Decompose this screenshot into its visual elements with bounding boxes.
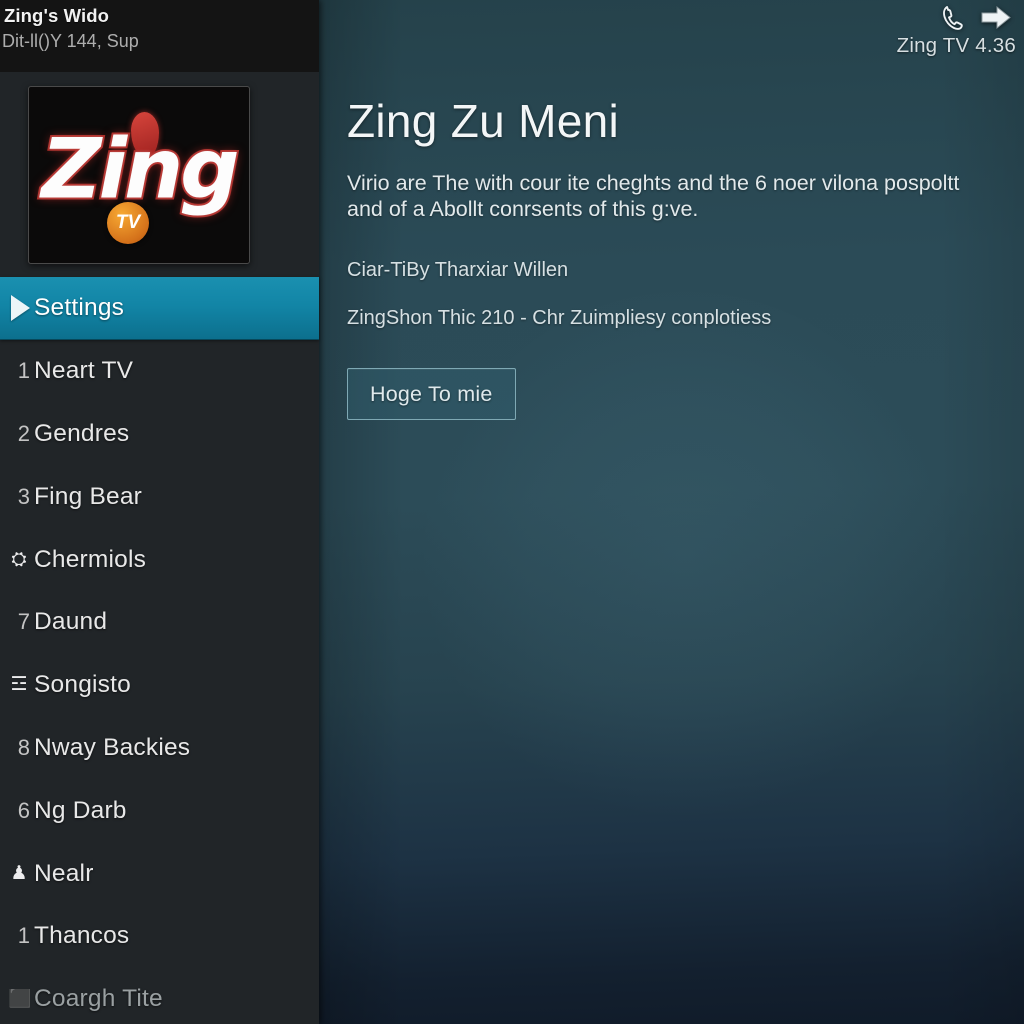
logo-wordmark: Zing	[39, 119, 241, 220]
sidebar-item-label: Chermiols	[34, 545, 147, 573]
sidebar-item-number: 8	[17, 734, 30, 760]
sidebar-item-label: Gendres	[34, 419, 130, 447]
top-status-bar: Zing TV 4.36	[897, 0, 1024, 70]
sidebar-item-number: 1	[17, 358, 30, 384]
right-triangle-icon	[11, 295, 30, 322]
sidebar-glyph-icon: ⬛	[8, 989, 30, 1010]
selection-cursor-icon	[0, 295, 32, 322]
phone-handset-icon[interactable]	[940, 4, 966, 32]
sidebar-item-glyph-icon: ♟	[0, 864, 32, 884]
sidebar-item-glyph-icon: ☲	[0, 675, 32, 695]
page-title: Zing Zu Meni	[347, 95, 620, 147]
sidebar-item-label: Coargh Tite	[34, 985, 163, 1013]
sidebar-item-label: Neart TV	[34, 357, 134, 385]
sidebar-glyph-icon: ☲	[10, 675, 28, 696]
sidebar-item-label: Thancos	[34, 922, 130, 950]
sidebar-item-label: Fing Bear	[34, 482, 143, 510]
sidebar-item-number: 1	[17, 923, 30, 949]
window-subtitle: Dit-ll()Y 144, Sup	[2, 31, 139, 51]
sidebar-item-label: Settings	[34, 294, 125, 322]
sidebar-item-number: 6	[17, 797, 30, 823]
sidebar-item-label: Daund	[34, 608, 108, 636]
sidebar-glyph-icon: ♟	[10, 863, 28, 884]
sidebar-item-settings[interactable]: Settings	[0, 277, 319, 340]
sidebar-glyph-icon: ⛭	[11, 549, 27, 570]
sidebar-item-fing-bear[interactable]: 3 Fing Bear	[0, 465, 319, 528]
sidebar-item-ng-darb[interactable]: 6 Ng Darb	[0, 779, 319, 842]
sidebar-item-number: 3	[17, 483, 30, 509]
meta-line-primary: Ciar-TiBy Tharxiar Willen	[347, 259, 569, 281]
sidebar-item-songisto[interactable]: ☲ Songisto	[0, 654, 319, 717]
sidebar-item-label: Nway Backies	[34, 733, 191, 761]
sidebar-item-label: Nealr	[34, 859, 94, 887]
sidebar-item-gendres[interactable]: 2 Gendres	[0, 403, 319, 466]
logo-inner: Zing TV	[39, 100, 242, 250]
sidebar-item-nealr[interactable]: ♟ Nealr	[0, 842, 319, 905]
app-version-label: Zing TV 4.36	[896, 34, 1016, 57]
sidebar-item-number: 2	[17, 420, 30, 446]
sidebar-item-thancos[interactable]: 1 Thancos	[0, 905, 319, 968]
page-description: Virio are The with cour ite cheghts and …	[347, 171, 960, 221]
window-header: Zing's Wido Dit-ll()Y 144, Sup	[0, 0, 319, 72]
sidebar-item-nway-backies[interactable]: 8 Nway Backies	[0, 717, 319, 780]
sidebar-item-glyph-icon: ⬛	[0, 989, 32, 1009]
main-content: Zing Zu Meni Virio are The with cour ite…	[347, 95, 1000, 420]
sidebar-menu: Settings 1 Neart TV 2 Gendres 3 Fing Bear ⛭ Cher…	[0, 277, 319, 1024]
sidebar-item-chermiols[interactable]: ⛭ Chermiols	[0, 528, 319, 591]
main-panel: Zing TV 4.36 Zing Zu Meni Virio are The …	[319, 0, 1024, 1024]
sidebar-item-neart-tv[interactable]: 1 Neart TV	[0, 340, 319, 403]
primary-action-button[interactable]: Hoge To mie	[347, 368, 516, 420]
logo-tv-badge: TV	[107, 202, 149, 244]
zing-tv-logo: Zing TV	[28, 86, 250, 264]
sidebar-item-label: Ng Darb	[34, 796, 127, 824]
right-arrow-icon[interactable]	[980, 4, 1012, 32]
meta-line-secondary: ZingShon Thic 210 - Chr Zuimpliesy conpl…	[347, 307, 772, 329]
window-title: Zing's Wido	[4, 5, 110, 26]
sidebar-item-glyph-icon: ⛭	[0, 550, 32, 570]
sidebar-item-label: Songisto	[34, 671, 131, 699]
sidebar-item-coargh-tite[interactable]: ⬛ Coargh Tite	[0, 968, 319, 1024]
sidebar: Zing's Wido Dit-ll()Y 144, Sup Zing TV S…	[0, 0, 319, 1024]
sidebar-item-number: 7	[17, 609, 30, 635]
app-window: Zing's Wido Dit-ll()Y 144, Sup Zing TV S…	[0, 0, 1024, 1024]
top-status-icons	[940, 2, 1018, 34]
sidebar-item-daund[interactable]: 7 Daund	[0, 591, 319, 654]
